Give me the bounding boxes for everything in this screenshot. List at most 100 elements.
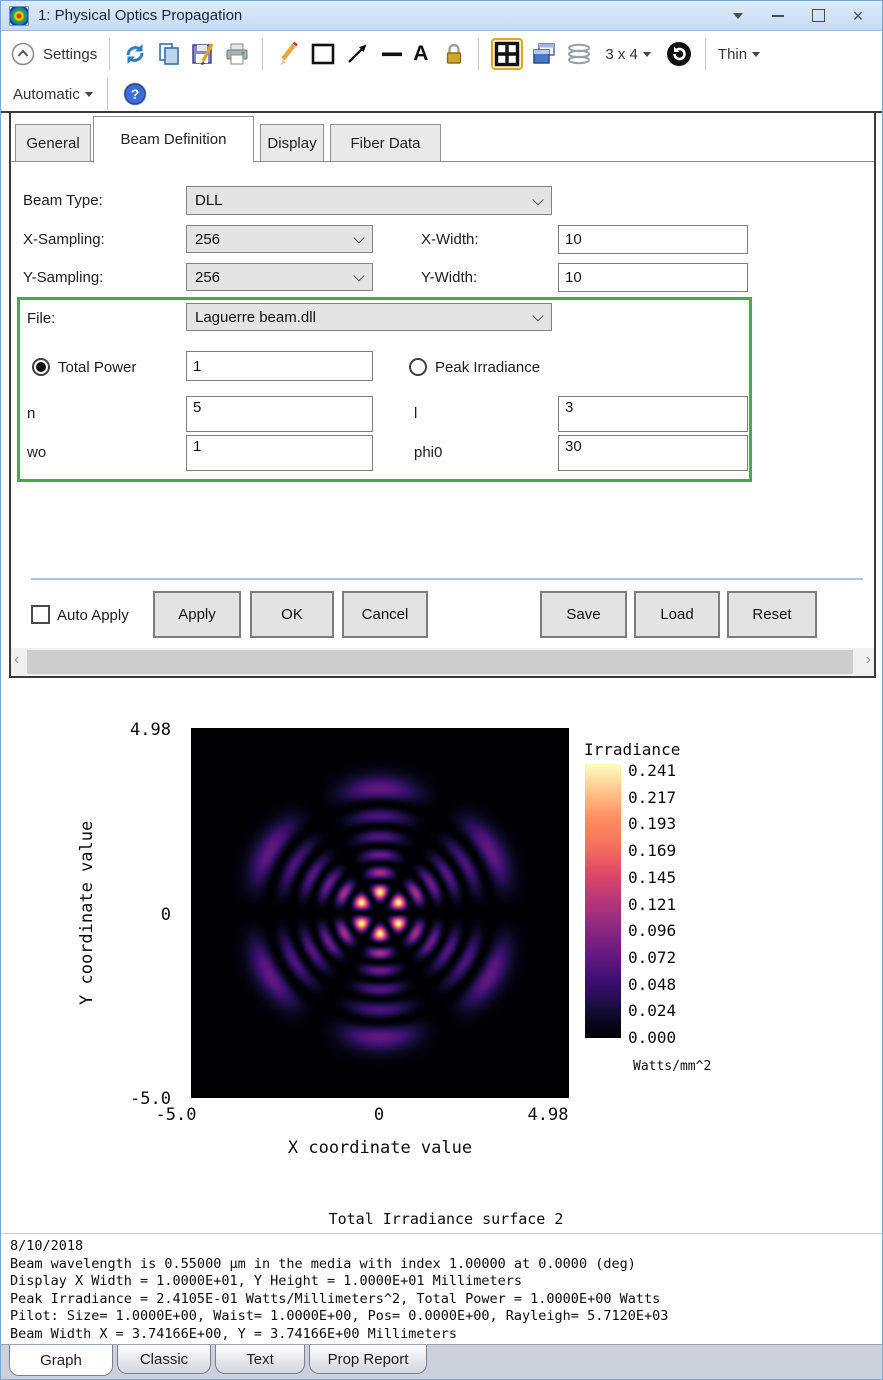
cancel-button[interactable]: Cancel <box>342 591 428 638</box>
scroll-left-icon[interactable]: ‹ <box>14 651 19 669</box>
settings-label[interactable]: Settings <box>43 46 97 63</box>
close-icon[interactable]: × <box>850 7 866 25</box>
view-tab-prop-report[interactable]: Prop Report <box>309 1345 427 1374</box>
plot-title: Total Irradiance surface 2 <box>328 1210 564 1228</box>
tab-general[interactable]: General <box>15 124 91 162</box>
toolbar-secondary: Automatic ? <box>1 77 882 111</box>
toolbar-separator <box>262 38 264 70</box>
n-label: n <box>27 405 36 422</box>
wo-field[interactable] <box>186 435 373 471</box>
apply-button[interactable]: Apply <box>153 591 241 638</box>
colorbar-tick: 0.072 <box>628 947 677 967</box>
n-field[interactable] <box>186 396 373 432</box>
tab-fiber-data[interactable]: Fiber Data <box>330 124 441 162</box>
window-title: 1: Physical Optics Propagation <box>38 7 243 24</box>
surface-layers-icon[interactable] <box>565 41 593 67</box>
total-power-label: Total Power <box>58 359 137 376</box>
colorbar-gradient <box>585 764 621 1038</box>
maximize-icon[interactable] <box>810 8 826 24</box>
info-line: Beam Width X = 3.74166E+00, Y = 3.74166E… <box>10 1325 458 1342</box>
line-thickness-dropdown[interactable]: Thin <box>718 46 761 63</box>
chevron-down-icon <box>532 193 544 205</box>
peak-irradiance-radio[interactable] <box>409 358 427 376</box>
text-annotate-icon[interactable]: A <box>413 42 428 66</box>
auto-update-icon[interactable] <box>665 40 693 68</box>
y-sampling-value: 256 <box>195 268 221 286</box>
window-controls: × <box>730 7 874 25</box>
view-tab-text[interactable]: Text <box>215 1345 305 1374</box>
y-sampling-dropdown[interactable]: 256 <box>186 263 373 291</box>
info-line: Beam wavelength is 0.55000 µm in the med… <box>10 1255 636 1272</box>
scrollbar-thumb[interactable] <box>27 650 853 674</box>
scroll-right-icon[interactable]: › <box>866 651 871 669</box>
x-axis-label: X coordinate value <box>287 1138 473 1158</box>
print-icon[interactable] <box>224 41 250 67</box>
save-button[interactable]: Save <box>540 591 627 638</box>
wo-label: wo <box>27 444 47 461</box>
colorbar-tick: 0.000 <box>628 1028 677 1047</box>
reset-button[interactable]: Reset <box>727 591 817 638</box>
auto-apply-checkbox[interactable] <box>31 605 50 624</box>
info-line: 8/10/2018 <box>10 1238 84 1254</box>
l-field[interactable] <box>558 396 748 432</box>
minimize-icon[interactable] <box>770 8 786 24</box>
zoom-mode-label: Automatic <box>13 85 80 103</box>
x-tick: -5.0 <box>155 1105 197 1125</box>
auto-apply-label: Auto Apply <box>57 607 129 624</box>
colorbar-tick: 0.121 <box>628 894 677 914</box>
svg-text:?: ? <box>130 86 139 102</box>
y-width-field[interactable] <box>558 263 748 292</box>
colorbar-title: Irradiance <box>584 740 681 759</box>
title-bar: 1: Physical Optics Propagation × <box>1 1 882 31</box>
arrow-annotate-icon[interactable] <box>345 41 371 67</box>
colorbar-tick: 0.024 <box>628 1001 677 1021</box>
beam-type-dropdown[interactable]: DLL <box>186 186 552 215</box>
window-menu-caret-icon[interactable] <box>730 8 746 24</box>
toolbar-separator <box>704 38 706 70</box>
view-tab-classic[interactable]: Classic <box>117 1345 211 1374</box>
toolbar-separator <box>478 38 480 70</box>
x-sampling-dropdown[interactable]: 256 <box>186 225 373 253</box>
button-row-divider <box>31 578 863 580</box>
colorbar-tick: 0.193 <box>628 814 677 834</box>
total-power-radio[interactable] <box>32 358 50 376</box>
horizontal-scrollbar[interactable]: ‹ › <box>11 648 874 676</box>
copy-icon[interactable] <box>156 41 182 67</box>
help-icon[interactable]: ? <box>122 81 148 107</box>
view-tab-graph[interactable]: Graph <box>9 1345 113 1376</box>
tab-beam-definition[interactable]: Beam Definition <box>93 116 254 163</box>
lock-icon[interactable] <box>442 41 466 67</box>
collapse-settings-icon[interactable] <box>11 42 35 66</box>
y-tick: 4.98 <box>130 720 171 740</box>
y-tick: 0 <box>160 905 171 925</box>
chevron-down-icon <box>84 91 93 97</box>
file-dropdown[interactable]: Laguerre beam.dll <box>186 303 552 331</box>
colorbar-tick: 0.217 <box>628 787 677 807</box>
total-power-field[interactable] <box>186 351 373 381</box>
split-window-icon-active[interactable] <box>491 38 524 70</box>
beam-app-icon <box>9 5 29 26</box>
load-button[interactable]: Load <box>634 591 720 638</box>
save-icon[interactable] <box>190 41 216 67</box>
colorbar-tick: 0.169 <box>628 841 677 861</box>
ok-button[interactable]: OK <box>250 591 334 638</box>
pencil-annotate-icon[interactable] <box>275 41 301 67</box>
refresh-icon[interactable] <box>122 41 148 67</box>
tab-display[interactable]: Display <box>260 124 324 162</box>
grid-layout-dropdown[interactable]: 3 x 4 <box>605 46 651 63</box>
zoom-mode-dropdown[interactable]: Automatic <box>13 86 93 103</box>
cascade-windows-icon[interactable] <box>531 41 557 67</box>
info-divider <box>1 1233 882 1234</box>
chevron-down-icon <box>353 270 365 282</box>
toolbar-separator <box>109 38 111 70</box>
chevron-down-icon <box>642 51 651 57</box>
colorbar-tick: 0.241 <box>628 761 677 780</box>
phi0-field[interactable] <box>558 435 748 471</box>
x-width-label: X-Width: <box>421 231 479 248</box>
info-line: Peak Irradiance = 2.4105E-01 Watts/Milli… <box>10 1290 661 1307</box>
y-width-label: Y-Width: <box>421 269 478 286</box>
phi0-label: phi0 <box>414 444 443 461</box>
line-annotate-icon[interactable] <box>379 41 405 67</box>
rectangle-annotate-icon[interactable] <box>309 41 337 67</box>
x-width-field[interactable] <box>558 225 748 254</box>
